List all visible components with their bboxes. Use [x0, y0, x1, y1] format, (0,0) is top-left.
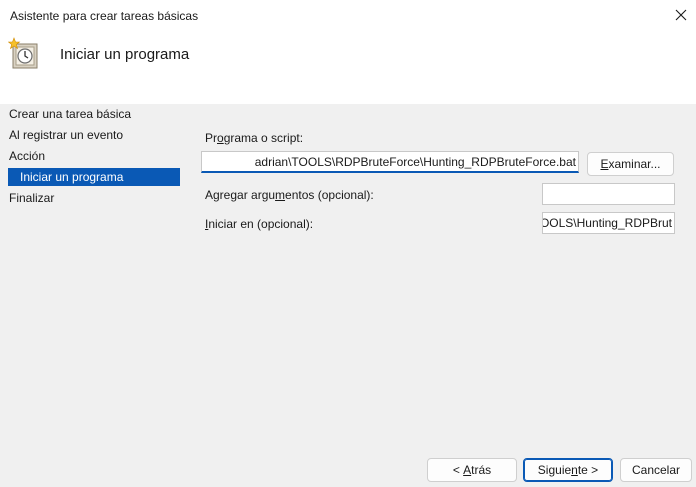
window-title: Asistente para crear tareas básicas [10, 9, 199, 23]
page-title: Iniciar un programa [60, 46, 190, 63]
close-icon [675, 9, 687, 21]
step-al-registrar-evento[interactable]: Al registrar un evento [9, 126, 123, 144]
step-finalizar[interactable]: Finalizar [9, 189, 54, 207]
program-label: Programa o script: [205, 131, 304, 145]
close-button[interactable] [666, 0, 696, 30]
program-input-value: adrian\TOOLS\RDPBruteForce\Hunting_RDPBr… [254, 155, 576, 169]
title-bar: Asistente para crear tareas básicas [0, 0, 696, 30]
start-in-label: Iniciar en (opcional): [205, 217, 314, 231]
program-input[interactable]: adrian\TOOLS\RDPBruteForce\Hunting_RDPBr… [201, 151, 579, 173]
cancel-button[interactable]: Cancelar [620, 458, 692, 482]
next-button[interactable]: Siguie n te > [523, 458, 613, 482]
wizard-header: Iniciar un programa [0, 30, 696, 104]
browse-button[interactable]: Examinar... [587, 152, 674, 176]
step-accion[interactable]: Acción [9, 147, 45, 165]
back-button[interactable]: < Atrás [427, 458, 517, 482]
arguments-label: Agregar argumentos (opcional): [205, 188, 374, 202]
step-iniciar-programa[interactable]: Iniciar un programa [8, 168, 180, 186]
step-crear-tarea[interactable]: Crear una tarea básica [9, 105, 131, 123]
arguments-input[interactable] [542, 183, 675, 205]
start-in-input[interactable]: TOOLS\Hunting_RDPBrut [542, 212, 675, 234]
start-in-input-value: TOOLS\Hunting_RDPBrut [542, 216, 672, 230]
task-clock-icon [8, 37, 38, 69]
